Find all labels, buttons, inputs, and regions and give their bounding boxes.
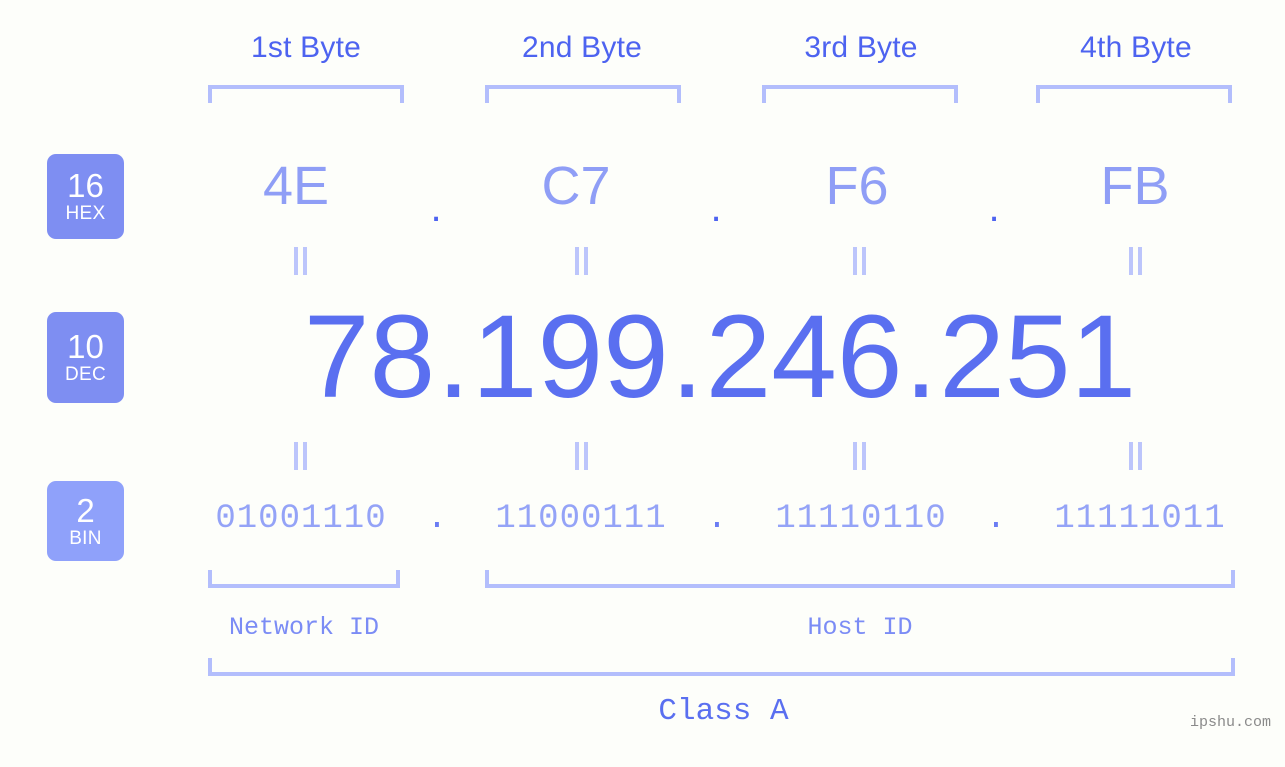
base-badge-bin[interactable]: 2 BIN [47, 481, 124, 561]
hex-value-3: F6 [825, 156, 889, 216]
dec-separator-2: . [670, 291, 704, 423]
equals-icon-dec-bin-1 [287, 441, 313, 471]
equals-icon-hex-dec-1 [287, 246, 313, 276]
equals-icon-hex-dec-4 [1122, 246, 1148, 276]
equals-icon-hex-dec-3 [846, 246, 872, 276]
hex-value-1: 4E [262, 156, 330, 216]
hex-separator-1: . [430, 186, 442, 230]
dec-value-3: 246 [705, 291, 903, 423]
base-badge-bin-number: 2 [76, 491, 95, 529]
base-badge-hex-number: 16 [67, 167, 104, 204]
host-id-label: Host ID [807, 613, 913, 642]
network-id-bracket [208, 570, 400, 588]
byte-header-1: 1st Byte [251, 31, 361, 64]
base-badge-bin-abbr: BIN [69, 527, 102, 549]
equals-icon-hex-dec-2 [568, 246, 594, 276]
bin-value-3: 11110110 [775, 500, 947, 538]
equals-icon-dec-bin-2 [568, 441, 594, 471]
dec-row: 78 . 199 . 246 . 251 [180, 292, 1260, 422]
dec-value-4: 251 [939, 291, 1137, 423]
hex-value-4: FB [1100, 156, 1170, 216]
base-badge-dec-number: 10 [67, 328, 104, 365]
base-badge-hex[interactable]: 16 HEX [47, 154, 124, 239]
byte-bracket-3 [762, 85, 958, 103]
bin-value-1: 01001110 [215, 500, 387, 538]
ip-address-breakdown-diagram: 1st Byte 2nd Byte 3rd Byte 4th Byte 16 H… [0, 0, 1285, 767]
dec-value-2: 199 [471, 291, 669, 423]
equals-icon-dec-bin-3 [846, 441, 872, 471]
dec-separator-1: . [437, 291, 470, 423]
byte-bracket-4 [1036, 85, 1232, 103]
hex-separator-3: . [988, 186, 1000, 230]
host-id-bracket [485, 570, 1235, 588]
watermark: ipshu.com [1189, 714, 1271, 731]
class-label: Class A [658, 694, 789, 729]
bin-value-2: 11000111 [495, 500, 667, 538]
base-badge-dec[interactable]: 10 DEC [47, 312, 124, 403]
base-badge-dec-abbr: DEC [64, 364, 106, 385]
hex-separator-2: . [710, 186, 722, 230]
dec-value-1: 78 [303, 291, 436, 423]
bin-value-4: 11111011 [1054, 500, 1226, 538]
byte-bracket-1 [208, 85, 404, 103]
hex-value-2: C7 [541, 156, 611, 216]
byte-bracket-2 [485, 85, 681, 103]
byte-header-3: 3rd Byte [804, 31, 918, 64]
equals-icon-dec-bin-4 [1122, 441, 1148, 471]
base-badge-hex-abbr: HEX [65, 203, 106, 224]
byte-header-2: 2nd Byte [521, 31, 643, 64]
class-bracket [208, 658, 1235, 676]
dec-separator-3: . [904, 291, 938, 423]
network-id-label: Network ID [228, 613, 380, 642]
byte-header-4: 4th Byte [1080, 31, 1192, 64]
